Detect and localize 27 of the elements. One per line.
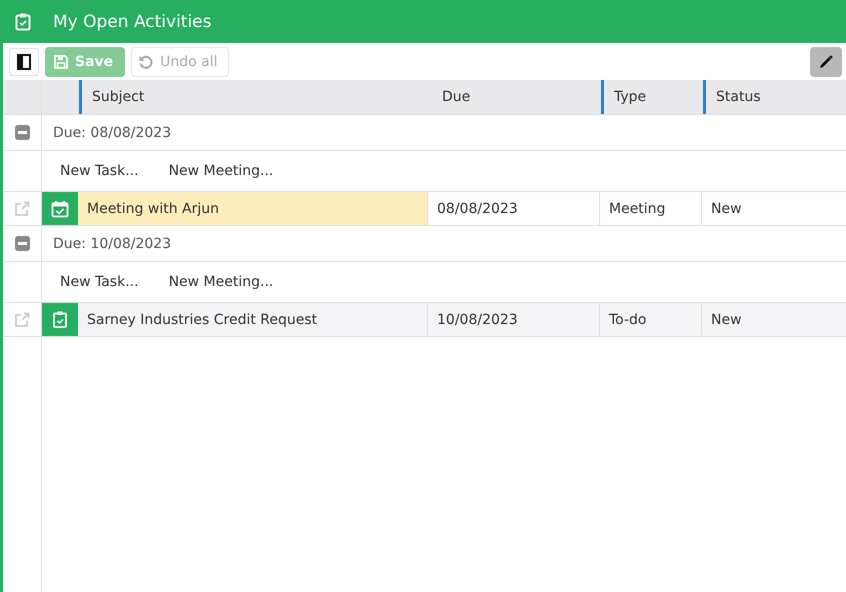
- subject-cell[interactable]: Meeting with Arjun: [78, 192, 428, 225]
- edit-button[interactable]: [810, 46, 842, 76]
- panel-icon: [17, 54, 31, 70]
- collapse-button[interactable]: [14, 125, 30, 140]
- new-item-link[interactable]: New Meeting...: [168, 163, 274, 179]
- column-header[interactable]: Status: [703, 80, 846, 114]
- column-header[interactable]: Due: [429, 80, 601, 114]
- panel-toggle-button[interactable]: [9, 48, 39, 76]
- new-item-link[interactable]: New Task...: [60, 274, 139, 290]
- pencil-icon: [818, 54, 834, 70]
- clipboard-icon: [53, 311, 67, 328]
- due-cell: 10/08/2023: [428, 303, 600, 336]
- collapse-button[interactable]: [14, 236, 30, 251]
- group-label: Due: 08/08/2023: [53, 124, 172, 140]
- group-label: Due: 10/08/2023: [53, 236, 172, 252]
- status-cell: New: [702, 303, 846, 336]
- floppy-icon: [53, 54, 69, 70]
- clipboard-icon: [15, 12, 31, 30]
- new-item-link[interactable]: New Meeting...: [168, 274, 274, 290]
- undo-icon: [138, 54, 154, 70]
- window-title: My Open Activities: [53, 12, 212, 32]
- new-item-link[interactable]: New Task...: [60, 163, 139, 179]
- column-header[interactable]: Subject: [79, 80, 429, 114]
- column-header[interactable]: Type: [601, 80, 703, 114]
- type-cell: To-do: [600, 303, 702, 336]
- subject-cell[interactable]: Sarney Industries Credit Request: [78, 303, 428, 336]
- calendar-check-icon: [51, 200, 69, 218]
